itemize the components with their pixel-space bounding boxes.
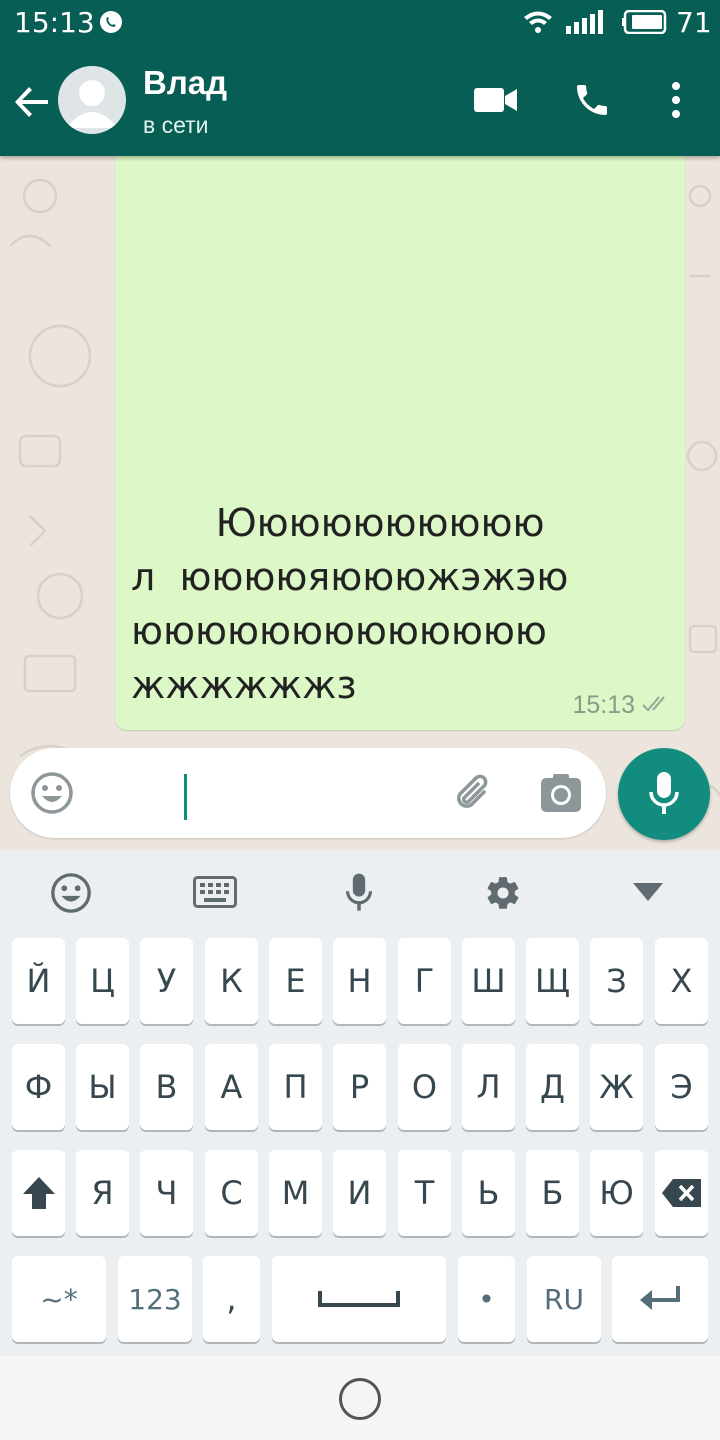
key-ч[interactable]: Ч (140, 1150, 193, 1236)
message-meta: 15:13 (572, 691, 671, 720)
keyboard-icon[interactable] (193, 876, 237, 913)
navigation-bar (0, 1356, 720, 1440)
key-э[interactable]: Э (655, 1044, 708, 1130)
key-ж[interactable]: Ж (590, 1044, 643, 1130)
backspace-key[interactable] (655, 1150, 708, 1236)
key-ы[interactable]: Ы (76, 1044, 129, 1130)
settings-icon[interactable] (484, 874, 522, 917)
space-key[interactable] (272, 1256, 446, 1342)
battery-icon (622, 9, 668, 39)
key-ю[interactable]: Ю (590, 1150, 643, 1236)
key-у[interactable]: У (140, 938, 193, 1024)
key-я[interactable]: Я (76, 1150, 129, 1236)
key-г[interactable]: Г (398, 938, 451, 1024)
key-н[interactable]: Н (333, 938, 386, 1024)
status-time: 15:13 (14, 6, 95, 39)
contact-name[interactable]: Влад (143, 64, 227, 102)
message-text: Юююююююююю л ююююяюююжэжэю ююююююююююююю… (131, 501, 569, 707)
key-т[interactable]: Т (398, 1150, 451, 1236)
key-х[interactable]: Х (655, 938, 708, 1024)
viber-icon (98, 9, 124, 40)
key-б[interactable]: Б (526, 1150, 579, 1236)
key-п[interactable]: П (269, 1044, 322, 1130)
collapse-icon[interactable] (632, 882, 664, 907)
enter-key[interactable] (612, 1256, 708, 1342)
attach-icon[interactable] (452, 770, 496, 819)
message-time: 15:13 (572, 691, 635, 719)
status-bar: 15:13 71 (0, 0, 720, 46)
message-bubble-outgoing[interactable]: Юююююююююю л ююююяюююжэжэю ююююююююююююю… (115, 156, 685, 730)
key-ш[interactable]: Ш (462, 938, 515, 1024)
language-key[interactable]: RU (527, 1256, 601, 1342)
camera-icon[interactable] (540, 774, 582, 819)
enter-icon (640, 1286, 680, 1310)
text-cursor (184, 774, 187, 820)
symbols-key[interactable]: ~* (12, 1256, 106, 1342)
emoji-icon[interactable] (50, 872, 92, 919)
contact-status: в сети (143, 112, 209, 138)
battery-level: 71 (676, 6, 712, 39)
back-arrow-icon[interactable] (12, 82, 52, 127)
key-а[interactable]: А (205, 1044, 258, 1130)
message-composer (10, 748, 606, 838)
key-д[interactable]: Д (526, 1044, 579, 1130)
period-key[interactable]: • (458, 1256, 515, 1342)
numbers-key[interactable]: 123 (118, 1256, 192, 1342)
shift-icon (22, 1177, 55, 1209)
video-call-icon[interactable] (474, 86, 518, 119)
key-л[interactable]: Л (462, 1044, 515, 1130)
key-ц[interactable]: Ц (76, 938, 129, 1024)
shift-key[interactable] (12, 1150, 65, 1236)
double-check-icon (641, 691, 671, 720)
voice-record-button[interactable] (618, 748, 710, 840)
key-ь[interactable]: Ь (462, 1150, 515, 1236)
wifi-icon (522, 9, 554, 40)
backspace-icon (661, 1179, 701, 1207)
key-е[interactable]: Е (269, 938, 322, 1024)
key-и[interactable]: И (333, 1150, 386, 1236)
signal-icon (566, 10, 606, 39)
chat-area[interactable]: Юююююююююю л ююююяюююжэжэю ююююююююююююю… (0, 156, 720, 850)
key-з[interactable]: З (590, 938, 643, 1024)
key-в[interactable]: В (140, 1044, 193, 1130)
phone-call-icon[interactable] (572, 80, 612, 125)
emoji-icon[interactable] (30, 771, 74, 820)
key-й[interactable]: Й (12, 938, 65, 1024)
key-м[interactable]: М (269, 1150, 322, 1236)
avatar[interactable] (58, 66, 126, 134)
keyboard: Й Ц У К Е Н Г Ш Щ З Х Ф Ы В А П Р О Л Д … (0, 850, 720, 1356)
keyboard-toolbar (0, 850, 720, 932)
mic-icon (649, 772, 679, 814)
comma-key[interactable]: , (203, 1256, 260, 1342)
key-щ[interactable]: Щ (526, 938, 579, 1024)
message-input[interactable] (110, 766, 434, 822)
key-к[interactable]: К (205, 938, 258, 1024)
chat-header: Влад в сети (0, 46, 720, 156)
key-ф[interactable]: Ф (12, 1044, 65, 1130)
more-options-icon[interactable] (666, 80, 686, 125)
key-р[interactable]: Р (333, 1044, 386, 1130)
spacebar-icon (318, 1291, 400, 1307)
key-о[interactable]: О (398, 1044, 451, 1130)
voice-icon[interactable] (344, 870, 374, 921)
home-button-icon[interactable] (339, 1378, 381, 1420)
key-с[interactable]: С (205, 1150, 258, 1236)
